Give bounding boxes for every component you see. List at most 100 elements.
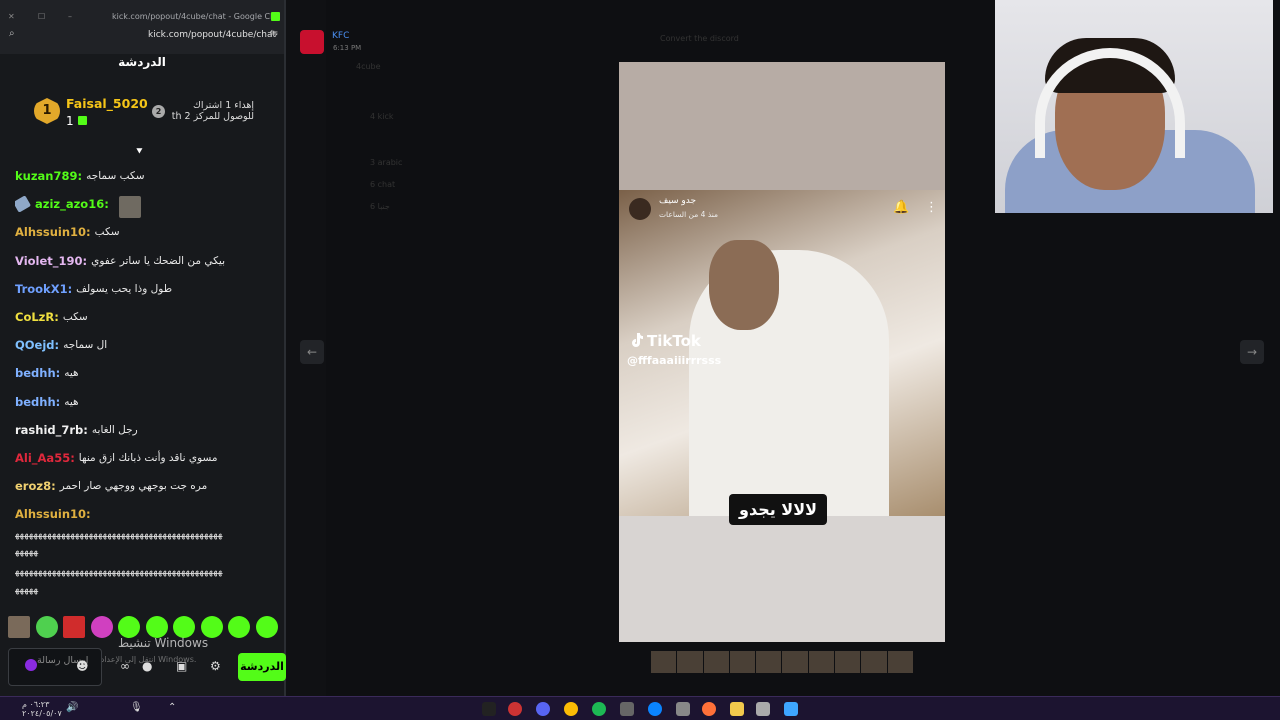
- poster-name: جدو سيف: [659, 196, 697, 206]
- firefox-icon[interactable]: [702, 702, 716, 716]
- dim-channel: 6 chat: [370, 180, 396, 189]
- discord-timestamp: 6:13 PM: [333, 44, 362, 52]
- thumbnail[interactable]: [651, 651, 677, 673]
- thumbnail[interactable]: [677, 651, 703, 673]
- thumbnail-strip: [651, 651, 913, 673]
- emote-quick-row: [8, 616, 278, 638]
- thumbnail[interactable]: [703, 651, 729, 673]
- gift-box-icon[interactable]: ▣: [176, 659, 187, 673]
- chat-message-list: kuzan789: سكب سماجه aziz_azo16: Alhssuin10:…: [15, 168, 277, 534]
- chat-message: rashid_7rb: رجل الغابه: [15, 422, 277, 450]
- users-icon[interactable]: ●: [142, 659, 152, 673]
- spotify-icon[interactable]: [592, 702, 606, 716]
- chat-message: Alhssuin10: سكب: [15, 224, 277, 252]
- chat-username[interactable]: bedhh:: [15, 365, 60, 381]
- chat-username[interactable]: Ali_Aa55:: [15, 450, 75, 466]
- dim-channel: 4cube: [356, 62, 381, 71]
- chat-username[interactable]: Alhssuin10:: [15, 506, 91, 522]
- chat-popout-window: ✕ ☐ – kick.com/popout/4cube/chat - Googl…: [0, 0, 286, 696]
- window-close-icon[interactable]: ✕: [8, 12, 15, 21]
- window-maximize-icon[interactable]: ☐: [38, 12, 45, 21]
- leader-username[interactable]: Faisal_5020: [66, 96, 148, 111]
- chat-message: TrookX1: طول وذا يحب يسولف: [15, 281, 277, 309]
- thumbnail[interactable]: [835, 651, 861, 673]
- settings-gear-icon[interactable]: ⚙: [210, 659, 221, 673]
- app-icon-4[interactable]: [756, 702, 770, 716]
- tiktok-watermark: TikTok: [629, 332, 701, 350]
- chat-send-button[interactable]: الدردشة: [238, 653, 286, 681]
- chat-username[interactable]: Alhssuin10:: [15, 224, 91, 240]
- chat-username[interactable]: CoLzR:: [15, 309, 59, 325]
- volume-icon[interactable]: 🔊: [66, 702, 78, 713]
- chat-username[interactable]: TrookX1:: [15, 281, 72, 297]
- more-options-icon[interactable]: ⋮: [925, 200, 938, 215]
- window-minimize-icon[interactable]: –: [68, 12, 72, 21]
- discord-icon[interactable]: [536, 702, 550, 716]
- thumbnail[interactable]: [808, 651, 835, 673]
- poster-avatar: [629, 198, 651, 220]
- bell-icon[interactable]: 🔔: [893, 200, 909, 215]
- clock-time[interactable]: ٠٦:٢٣ م: [22, 700, 49, 709]
- emote-angry[interactable]: [63, 616, 86, 638]
- obs-icon[interactable]: [508, 702, 522, 716]
- start-icon[interactable]: [784, 702, 798, 716]
- emote-green-2[interactable]: [145, 616, 168, 638]
- chat-username[interactable]: aziz_azo16:: [35, 196, 109, 212]
- clock-date[interactable]: ٢٠٢٤/٠٥/٠٧: [22, 709, 62, 718]
- thumbnail[interactable]: [782, 651, 808, 673]
- webcam-overlay: [995, 0, 1273, 213]
- chat-username[interactable]: eroz8:: [15, 478, 56, 494]
- chat-message: bedhh: هيه: [15, 394, 277, 422]
- chrome-icon[interactable]: [564, 702, 578, 716]
- app-icon-1[interactable]: [482, 702, 496, 716]
- chat-username[interactable]: QOejd:: [15, 337, 59, 353]
- emoji-icon[interactable]: ☻: [76, 659, 89, 673]
- url-bar[interactable]: ⌕ kick.com/popout/4cube/chat ⇋: [0, 28, 284, 54]
- video-viewer[interactable]: جدو سيف منذ 4 من الساعات 🔔 ⋮ TikTok @fff…: [619, 62, 945, 642]
- emote-green-1[interactable]: [118, 616, 141, 638]
- zoom-icon[interactable]: ⌕: [9, 28, 15, 39]
- thumbnail[interactable]: [729, 651, 756, 673]
- chat-username[interactable]: rashid_7rb:: [15, 422, 88, 438]
- thumbnail[interactable]: [756, 651, 782, 673]
- mic-icon[interactable]: [25, 659, 37, 671]
- tray-chevron-icon[interactable]: ⌃: [168, 702, 176, 713]
- chat-username[interactable]: bedhh:: [15, 394, 60, 410]
- extension-icon[interactable]: ⇋: [270, 28, 278, 39]
- chat-text: ال سماجه: [63, 339, 108, 352]
- video-top-area: [619, 62, 945, 190]
- emote-green-6[interactable]: [255, 616, 278, 638]
- microphone-icon[interactable]: 🎙: [130, 702, 143, 713]
- collapse-leaderboard-icon[interactable]: ⯆: [135, 145, 144, 159]
- tiktok-logo-icon: [632, 333, 643, 347]
- chat-username[interactable]: kuzan789:: [15, 168, 82, 184]
- emote-green-3[interactable]: [173, 616, 196, 638]
- emote-green-face[interactable]: [35, 616, 58, 638]
- edge-icon[interactable]: [648, 702, 662, 716]
- screen: ✕ ☐ – kick.com/popout/4cube/chat - Googl…: [0, 0, 1280, 720]
- thumbnail[interactable]: [887, 651, 913, 673]
- app-icon-3[interactable]: [676, 702, 690, 716]
- dim-channel: 4 kick: [370, 112, 394, 121]
- discord-username[interactable]: KFC: [332, 31, 349, 41]
- emote-green-4[interactable]: [200, 616, 223, 638]
- chat-text: سكب: [94, 226, 120, 239]
- emote-green-5[interactable]: [228, 616, 251, 638]
- chat-text: مره جت بوجهي ووجهي صار احمر: [59, 480, 208, 493]
- chat-text: مسوي ناقد وأنت ذبانك ازق منها: [78, 451, 218, 464]
- chat-username[interactable]: Violet_190:: [15, 253, 87, 269]
- infinity-icon[interactable]: ∞: [120, 659, 130, 673]
- emote-crazy[interactable]: [90, 616, 113, 638]
- emote-avatar[interactable]: [8, 616, 30, 638]
- leader-gift-count: 1: [66, 114, 87, 128]
- chat-message: Ali_Aa55: مسوي ناقد وأنت ذبانك ازق منها: [15, 450, 277, 478]
- url-text[interactable]: kick.com/popout/4cube/chat: [148, 30, 276, 40]
- chat-message: CoLzR: سكب: [15, 309, 277, 337]
- file-explorer-icon[interactable]: [730, 702, 744, 716]
- prev-arrow-icon[interactable]: ←: [300, 340, 324, 364]
- app-icon-2[interactable]: [620, 702, 634, 716]
- next-arrow-icon[interactable]: →: [1240, 340, 1264, 364]
- chat-emote-image: [118, 196, 141, 219]
- kick-favicon-icon: [271, 12, 280, 21]
- thumbnail[interactable]: [861, 651, 887, 673]
